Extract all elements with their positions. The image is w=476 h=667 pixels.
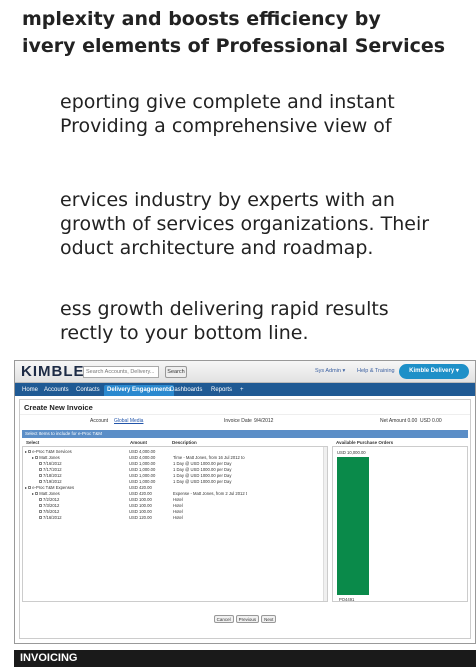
paragraph-line: ess growth delivering rapid results	[60, 298, 389, 320]
invoice-panel: Create New Invoice Account Global Media …	[19, 399, 471, 639]
row-label: 7/16/2012	[43, 515, 62, 520]
paragraph-line: oduct architecture and roadmap.	[60, 237, 374, 259]
col-purchase-orders: Available Purchase Orders	[336, 440, 394, 445]
chevron-down-icon: ▾	[342, 368, 346, 374]
net-amount-label: Net Amount 0.00	[380, 418, 418, 424]
cancel-button[interactable]: Cancel	[213, 615, 234, 623]
row-label: 7/16/2012	[43, 461, 62, 466]
paragraph-line: ervices industry by experts with an	[60, 189, 395, 211]
headline-line-2: ivery elements of Professional Services	[22, 35, 446, 57]
invoice-date-value[interactable]: 9/4/2012	[254, 418, 273, 424]
col-select: Select	[26, 440, 40, 445]
row-label: e-Proc T&M Services	[32, 449, 72, 454]
row-checkbox[interactable]	[39, 498, 42, 502]
previous-button[interactable]: Previous	[235, 615, 260, 623]
net-amount-value: USD 0.00	[420, 418, 442, 424]
tab-dashboards[interactable]: Dashboards	[167, 385, 205, 396]
row-select: 7/16/2012	[39, 515, 62, 521]
invoice-date-label: Invoice Date	[224, 418, 252, 424]
invoice-items-tree: ▸ e-Proc T&M Services USD 4,000.00 ▸ Matt …	[22, 446, 328, 602]
row-checkbox[interactable]	[39, 468, 42, 472]
app-switcher-button[interactable]: Kimble Delivery ▾	[399, 364, 469, 379]
tab-reports[interactable]: Reports	[208, 385, 235, 396]
headline-line-1: mplexity and boosts efficiency by	[22, 8, 381, 30]
tab-home[interactable]: Home	[19, 385, 41, 396]
paragraph-reporting: eporting give complete and instant Provi…	[0, 90, 476, 138]
user-menu[interactable]: Sys Admin ▾	[315, 368, 345, 374]
col-description: Description	[172, 440, 197, 445]
app-header: KIMBLE Search Accounts, Delivery... Sear…	[15, 361, 475, 383]
row-checkbox[interactable]	[28, 450, 32, 454]
row-checkbox[interactable]	[35, 456, 39, 460]
caption-bar: INVOICING	[14, 650, 476, 667]
help-link[interactable]: Help & Training	[357, 368, 395, 374]
tab-bar: Home Accounts Contacts Delivery Engageme…	[15, 383, 475, 396]
paragraph-experts: ervices industry by experts with an grow…	[0, 188, 476, 260]
wizard-buttons: Cancel Previous Next	[20, 615, 470, 623]
row-checkbox[interactable]	[39, 516, 42, 520]
invoice-info-row: Account Global Media Invoice Date 9/4/20…	[20, 414, 470, 426]
paragraph-line: Providing a comprehensive view of	[60, 115, 392, 137]
paragraph-line: growth of services organizations. Their	[60, 213, 430, 235]
page-title: Create New Invoice	[24, 403, 93, 412]
row-label: e-Proc T&M Expenses	[32, 485, 75, 490]
row-checkbox[interactable]	[35, 492, 39, 496]
col-amount: Amount	[130, 440, 147, 445]
row-label: 7/2/2012	[43, 497, 60, 502]
row-description: Hotel	[173, 515, 183, 520]
tab-accounts[interactable]: Accounts	[41, 385, 72, 396]
row-label: Matt Jones	[39, 491, 60, 496]
row-label: 7/5/2012	[43, 509, 60, 514]
paragraph-line: rectly to your bottom line.	[60, 322, 309, 344]
tab-contacts[interactable]: Contacts	[73, 385, 103, 396]
row-label: 7/3/2012	[43, 503, 60, 508]
section-header: Select Items to include for e-Proc T&M	[22, 430, 468, 438]
row-checkbox[interactable]	[39, 462, 42, 466]
row-label: 7/17/2012	[43, 467, 62, 472]
paragraph-growth: ess growth delivering rapid results rect…	[0, 297, 476, 345]
tab-delivery-engagements[interactable]: Delivery Engagements	[104, 385, 175, 396]
row-checkbox[interactable]	[39, 474, 42, 478]
row-label: 7/19/2012	[43, 479, 62, 484]
table-row[interactable]: 7/16/2012 USD 120.00 Hotel	[23, 515, 327, 521]
app-screenshot: KIMBLE Search Accounts, Delivery... Sear…	[14, 360, 476, 644]
account-label: Account	[90, 418, 109, 424]
search-input[interactable]: Search Accounts, Delivery...	[83, 366, 159, 378]
row-checkbox[interactable]	[39, 480, 42, 484]
search-button[interactable]: Search	[165, 366, 187, 378]
po-name: PO4491	[339, 597, 355, 602]
headline: mplexity and boosts efficiency by ivery …	[0, 6, 476, 60]
next-button[interactable]: Next	[261, 615, 277, 623]
chevron-down-icon: ▾	[455, 368, 459, 374]
row-checkbox[interactable]	[39, 504, 42, 508]
tab-add[interactable]: +	[237, 385, 247, 396]
po-bar[interactable]	[337, 457, 369, 595]
row-checkbox[interactable]	[28, 486, 32, 490]
row-checkbox[interactable]	[39, 510, 42, 514]
paragraph-line: eporting give complete and instant	[60, 91, 395, 113]
purchase-orders-panel: USD 10,000.00 PO4491	[332, 446, 468, 602]
row-label: Matt Jones	[39, 455, 60, 460]
kimble-logo: KIMBLE	[21, 363, 85, 380]
row-amount: USD 120.00	[129, 515, 152, 520]
row-label: 7/18/2012	[43, 473, 62, 478]
po-amount: USD 10,000.00	[337, 450, 366, 455]
account-link[interactable]: Global Media	[114, 418, 143, 424]
